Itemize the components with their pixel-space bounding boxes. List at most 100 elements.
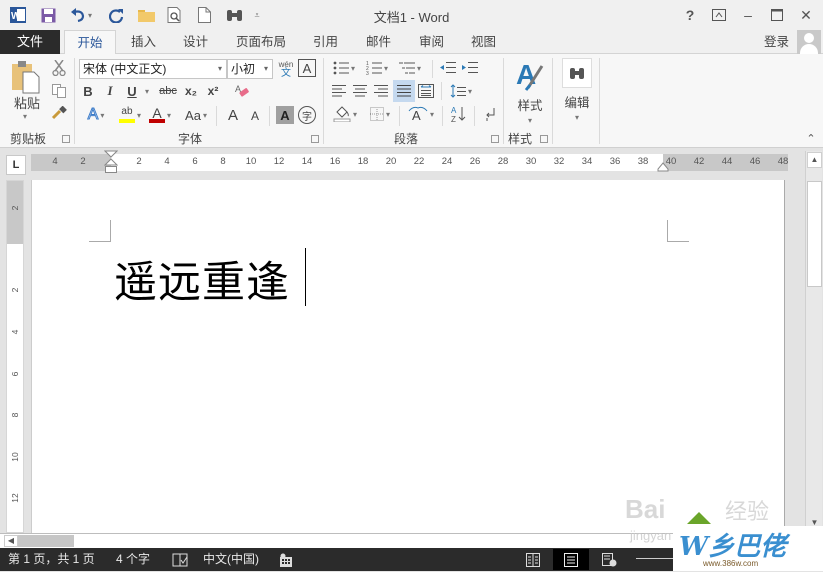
horizontal-scroll-thumb[interactable]: [18, 535, 74, 547]
tab-references[interactable]: 引用: [313, 30, 338, 54]
underline-dropdown-icon[interactable]: ▾: [142, 82, 152, 100]
character-border-button[interactable]: A: [298, 59, 316, 77]
paragraph-dialog-launcher-icon[interactable]: [491, 135, 499, 143]
asian-layout-button[interactable]: A ▾: [405, 104, 437, 124]
ribbon-display-options-icon[interactable]: [705, 4, 733, 26]
italic-button[interactable]: I: [102, 82, 118, 100]
vertical-ruler[interactable]: 2 2 4 6 8 10 12: [6, 180, 24, 533]
character-shading-button[interactable]: A: [276, 106, 294, 124]
right-indent-marker[interactable]: [657, 162, 669, 172]
tab-insert[interactable]: 插入: [131, 30, 156, 54]
status-bar: 第 1 页，共 1 页 4 个字 中文(中国): [0, 548, 823, 571]
scroll-down-button[interactable]: ▼: [807, 516, 822, 532]
zoom-slider[interactable]: [636, 558, 696, 559]
paste-icon[interactable]: [8, 60, 44, 94]
vertical-scroll-thumb[interactable]: [807, 181, 822, 287]
sign-in-link[interactable]: 登录: [764, 30, 789, 54]
tab-file[interactable]: 文件: [0, 30, 60, 54]
help-icon[interactable]: ?: [676, 4, 704, 26]
align-center-icon[interactable]: [350, 82, 370, 100]
bold-button[interactable]: B: [80, 82, 96, 100]
chevron-down-icon[interactable]: ▾: [264, 60, 268, 78]
paste-button[interactable]: 粘贴: [10, 94, 44, 111]
ribbon: 粘贴 ▾ 剪贴板 宋体 (中文正文) ▾ 小初 ▾ wén 文 A B I U ▾ …: [0, 54, 823, 148]
page-count[interactable]: 第 1 页，共 1 页: [8, 551, 95, 568]
document-text[interactable]: 遥远重逢: [114, 248, 290, 310]
borders-button[interactable]: ▾: [364, 104, 396, 124]
tab-home[interactable]: 开始: [64, 30, 116, 55]
horizontal-scrollbar[interactable]: ◀: [0, 533, 823, 548]
ruler-tick: 32: [553, 156, 565, 167]
clear-formatting-icon[interactable]: A: [232, 82, 252, 100]
increase-indent-icon[interactable]: [460, 59, 480, 77]
strikethrough-button[interactable]: abc: [157, 82, 179, 100]
tab-selector-button[interactable]: L: [6, 155, 26, 175]
ruler-tick: 24: [441, 156, 453, 167]
tab-page-layout[interactable]: 页面布局: [236, 30, 286, 54]
numbering-button[interactable]: 1 2 3 ▾: [362, 59, 392, 77]
shading-button[interactable]: ▾: [329, 104, 361, 124]
text-cursor: [305, 248, 306, 306]
show-formatting-marks-icon[interactable]: [480, 104, 500, 124]
sort-icon[interactable]: AZ: [448, 104, 470, 124]
svg-text:3: 3: [366, 71, 369, 75]
tab-review[interactable]: 审阅: [419, 30, 444, 54]
vertical-scrollbar[interactable]: ▲ ▼: [805, 151, 822, 533]
editing-button[interactable]: 编辑 ▾: [557, 58, 597, 128]
text-effects-button[interactable]: A ▾: [80, 105, 112, 125]
close-icon[interactable]: ✕: [792, 4, 820, 26]
copy-icon[interactable]: [50, 82, 68, 100]
scroll-up-button[interactable]: ▲: [807, 152, 822, 168]
ruler-tick: 26: [469, 156, 481, 167]
format-painter-icon[interactable]: [50, 104, 68, 122]
font-name-combo[interactable]: 宋体 (中文正文) ▾: [79, 59, 227, 79]
line-spacing-button[interactable]: ▾: [446, 82, 476, 100]
justify-button[interactable]: [393, 80, 415, 102]
clipboard-dialog-launcher-icon[interactable]: [62, 135, 70, 143]
enclose-characters-button[interactable]: 字: [298, 106, 316, 124]
user-avatar-icon[interactable]: [797, 30, 821, 54]
scroll-left-button[interactable]: ◀: [4, 535, 18, 547]
cut-icon[interactable]: [50, 59, 68, 77]
align-right-icon[interactable]: [371, 82, 391, 100]
web-layout-button[interactable]: [591, 549, 627, 570]
font-dialog-launcher-icon[interactable]: [311, 135, 319, 143]
language-indicator[interactable]: 中文(中国): [203, 551, 259, 568]
phonetic-guide-button[interactable]: wén 文: [276, 58, 296, 80]
font-size-combo[interactable]: 小初 ▾: [227, 59, 273, 79]
change-case-button[interactable]: Aa ▾: [180, 105, 212, 125]
distributed-icon[interactable]: [416, 82, 436, 100]
styles-button[interactable]: A 样式 ▾: [509, 58, 551, 128]
highlight-button[interactable]: ab ▾: [114, 104, 146, 126]
chevron-down-icon[interactable]: ▾: [218, 60, 222, 78]
read-mode-button[interactable]: [515, 549, 551, 570]
paste-dropdown-icon[interactable]: ▾: [18, 110, 32, 122]
tab-view[interactable]: 视图: [471, 30, 496, 54]
bullets-button[interactable]: ▾: [329, 59, 359, 77]
font-color-button[interactable]: A ▾: [146, 104, 174, 126]
indent-markers[interactable]: [104, 150, 118, 176]
document-canvas[interactable]: 遥远重逢: [31, 180, 785, 533]
decrease-indent-icon[interactable]: [438, 59, 458, 77]
tab-design[interactable]: 设计: [183, 30, 208, 54]
ribbon-tabs: 文件 开始 插入 设计 页面布局 引用 邮件 审阅 视图 登录: [0, 30, 823, 55]
styles-dialog-launcher-icon[interactable]: [540, 135, 548, 143]
macro-recording-icon[interactable]: [279, 551, 293, 572]
collapse-ribbon-icon[interactable]: ⌃: [804, 132, 818, 145]
word-count[interactable]: 4 个字: [116, 551, 150, 568]
tab-mailings[interactable]: 邮件: [366, 30, 391, 54]
horizontal-ruler[interactable]: 4 2 2 4 6 8 10 12 14 16 18 20 22 24 26 28 30 32 34 36 38 40 42…: [31, 150, 788, 173]
grow-font-button[interactable]: A: [224, 105, 242, 125]
shrink-font-button[interactable]: A: [246, 107, 264, 125]
multilevel-list-button[interactable]: ▾: [395, 59, 425, 77]
paragraph-group-label: 段落: [394, 132, 419, 146]
proofing-icon[interactable]: [172, 551, 188, 572]
maximize-icon[interactable]: [763, 4, 791, 26]
superscript-button[interactable]: x²: [204, 82, 222, 100]
print-layout-button[interactable]: [553, 549, 589, 570]
subscript-button[interactable]: x₂: [182, 82, 200, 100]
minimize-icon[interactable]: –: [734, 4, 762, 26]
vertical-ruler-tick: 2: [10, 287, 20, 293]
align-left-icon[interactable]: [329, 82, 349, 100]
underline-button[interactable]: U: [124, 82, 140, 100]
